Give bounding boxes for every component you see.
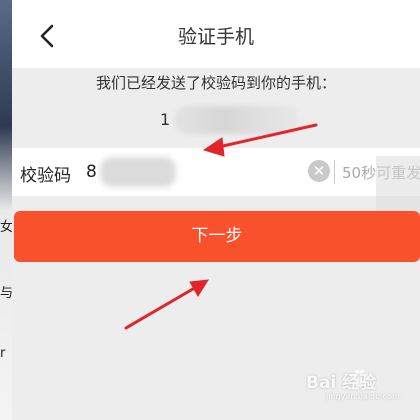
- background-glyph: 女: [0, 220, 12, 235]
- next-step-button[interactable]: 下一步: [14, 211, 420, 262]
- clear-circle-icon[interactable]: ✕: [308, 160, 330, 182]
- watermark-url: jingyan.baidu.com: [326, 392, 400, 401]
- code-label: 校验码: [20, 166, 71, 186]
- masked-phone-number: 1: [160, 102, 310, 138]
- phone-blur-mask: [174, 106, 300, 134]
- background-glyph: 与: [0, 286, 12, 301]
- phone-prefix: 1: [160, 110, 171, 129]
- code-blur-mask: [100, 157, 176, 187]
- verification-code-row: 校验码 ✕ 50秒可重发: [12, 148, 420, 196]
- watermark-text: Bai 经验: [306, 373, 377, 393]
- background-glyph: r: [0, 346, 6, 361]
- sent-code-hint: 我们已经发送了校验码到你的手机：: [95, 74, 336, 92]
- baidu-jingyan-watermark: Bai 经验 jingyan.baidu.com: [306, 368, 416, 401]
- divider: [334, 160, 335, 184]
- page-title: 验证手机: [177, 26, 254, 48]
- header-bar: 验证手机: [12, 0, 420, 68]
